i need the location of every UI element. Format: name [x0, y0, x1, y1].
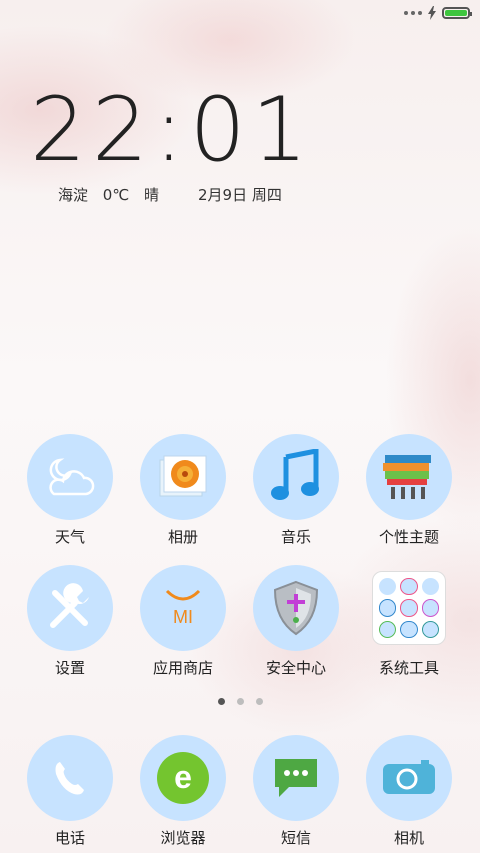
dock-browser[interactable]: e 浏览器 — [128, 735, 238, 848]
clock-time: 22:01 — [30, 78, 314, 181]
app-label: 安全中心 — [265, 659, 326, 677]
security-icon — [253, 565, 339, 651]
app-label: 设置 — [54, 659, 85, 677]
location-text: 海淀 — [58, 186, 89, 204]
app-label: 个性主题 — [378, 528, 439, 546]
themes-icon — [366, 434, 452, 520]
app-security[interactable]: 安全中心 — [241, 565, 351, 678]
app-store-icon: MI — [140, 565, 226, 651]
dock-messages[interactable]: 短信 — [241, 735, 351, 848]
browser-icon: e — [140, 735, 226, 821]
page-dot[interactable] — [236, 698, 244, 705]
app-settings[interactable]: 设置 — [15, 565, 125, 678]
svg-text:e: e — [174, 759, 192, 795]
phone-icon — [27, 735, 113, 821]
app-label: 电话 — [54, 829, 85, 847]
dock-camera[interactable]: 相机 — [354, 735, 464, 848]
dock-phone[interactable]: 电话 — [15, 735, 125, 848]
folder-system-tools[interactable]: 系统工具 — [354, 565, 464, 678]
folder-tile — [372, 571, 446, 645]
charging-bolt-icon — [428, 6, 436, 20]
page-dot[interactable] — [217, 698, 225, 705]
status-icons — [404, 6, 472, 20]
app-label: 相机 — [393, 829, 424, 847]
app-label: 应用商店 — [152, 659, 213, 677]
condition-text: 晴 — [143, 186, 159, 204]
gallery-icon — [140, 434, 226, 520]
music-icon — [253, 434, 339, 520]
system-tools-folder-icon — [366, 565, 452, 651]
store-logo-text: MI — [173, 606, 193, 627]
date-text: 2月9日 周四 — [198, 186, 282, 204]
weather-icon — [27, 434, 113, 520]
more-dots-icon — [404, 11, 422, 15]
weather-summary: 海淀 0℃ 晴 — [58, 184, 169, 205]
app-store[interactable]: MI 应用商店 — [128, 565, 238, 678]
app-music[interactable]: 音乐 — [241, 434, 351, 547]
page-dot[interactable] — [255, 698, 263, 705]
battery-icon — [442, 7, 472, 19]
app-themes[interactable]: 个性主题 — [354, 434, 464, 547]
settings-icon — [27, 565, 113, 651]
messages-icon — [253, 735, 339, 821]
app-gallery[interactable]: 相册 — [128, 434, 238, 547]
page-indicator — [0, 698, 480, 705]
status-bar — [0, 0, 480, 30]
app-label: 系统工具 — [378, 659, 439, 677]
battery-fill — [445, 10, 467, 16]
app-label: 音乐 — [280, 528, 311, 546]
app-label: 天气 — [54, 528, 85, 546]
temperature-text: 0℃ — [102, 186, 130, 204]
app-label: 浏览器 — [160, 829, 206, 847]
app-label: 相册 — [167, 528, 198, 546]
app-weather[interactable]: 天气 — [15, 434, 125, 547]
camera-icon — [366, 735, 452, 821]
app-label: 短信 — [280, 829, 311, 847]
